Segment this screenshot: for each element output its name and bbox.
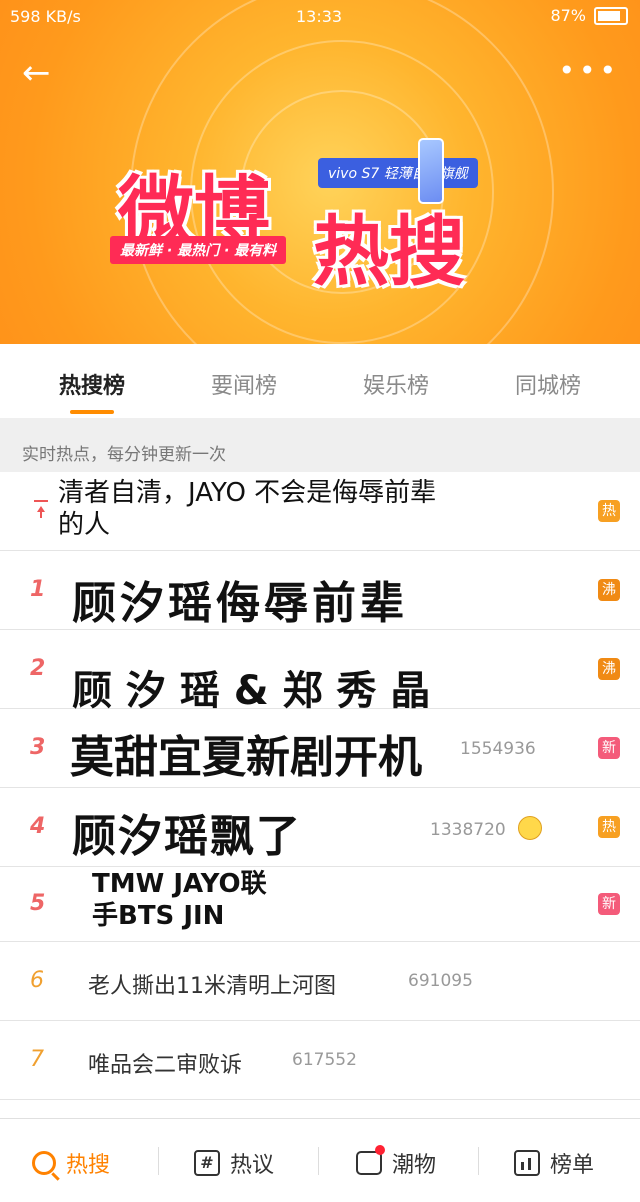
rank-number: 4 (30, 814, 46, 839)
rank-number: 3 (30, 735, 46, 760)
nav-label: 榜单 (550, 1153, 595, 1178)
hot-search-banner: 598 KB/s 13:33 87% ← ••• 微博 热搜 最新鲜 · 最热门… (0, 0, 640, 344)
rank-number: 6 (30, 968, 44, 993)
tab-local[interactable]: 同城榜 (488, 368, 608, 400)
item-title-line-2: 手BTS JIN (92, 901, 225, 931)
new-badge: 新 (598, 737, 620, 759)
heat-count: 691095 (408, 971, 473, 991)
hash-icon: # (194, 1150, 220, 1176)
item-title-line-2: 的人 (58, 510, 111, 540)
tab-label: 娱乐榜 (362, 374, 429, 399)
battery-icon (594, 6, 628, 25)
clock: 13:33 (296, 7, 343, 26)
update-notice: 实时热点，每分钟更新一次 (0, 418, 640, 472)
list-item[interactable]: 6 老人撕出11米清明上河图 691095 (0, 942, 640, 1021)
battery-percent: 87% (550, 6, 586, 25)
item-title: 顾汐瑶侮辱前辈 (72, 578, 408, 629)
tab-label: 同城榜 (514, 374, 581, 399)
search-icon (32, 1151, 56, 1175)
nav-divider (318, 1147, 319, 1175)
hot-badge: 热 (598, 500, 620, 522)
pin-top-icon-stem (40, 508, 42, 518)
heat-count: 1338720 (430, 820, 506, 840)
bag-icon (356, 1145, 385, 1175)
status-bar: 598 KB/s 13:33 87% (0, 0, 640, 34)
more-options-icon[interactable]: ••• (558, 54, 620, 87)
heat-count: 1554936 (460, 739, 536, 759)
nav-trends[interactable]: 潮物 (356, 1145, 437, 1179)
list-item[interactable]: 1 顾汐瑶侮辱前辈 沸 (0, 551, 640, 630)
item-title: 顾汐瑶飘了 (72, 811, 302, 862)
nav-label: 热议 (230, 1153, 275, 1178)
tab-news[interactable]: 要闻榜 (184, 368, 304, 400)
tab-hot-search[interactable]: 热搜榜 (32, 368, 152, 414)
list-item[interactable]: 2 顾 汐 瑶 & 郑 秀 晶 沸 (0, 630, 640, 714)
rank-number: 5 (30, 891, 46, 916)
update-notice-text: 实时热点，每分钟更新一次 (22, 445, 226, 465)
logo-text-hotsearch: 热搜 (313, 207, 465, 296)
new-badge: 新 (598, 893, 620, 915)
rank-number: 2 (30, 656, 46, 681)
laughing-emoji-icon (518, 816, 542, 840)
nav-divider (478, 1147, 479, 1175)
tab-label: 要闻榜 (210, 374, 277, 399)
item-title: 顾 汐 瑶 & 郑 秀 晶 (72, 668, 431, 714)
list-item[interactable]: 4 顾汐瑶飘了 1338720 热 (0, 788, 640, 867)
nav-rankings[interactable]: 榜单 (514, 1147, 594, 1179)
rank-number: 7 (30, 1047, 44, 1072)
hot-badge: 热 (598, 816, 620, 838)
tab-entertainment[interactable]: 娱乐榜 (336, 368, 456, 400)
boil-badge: 沸 (598, 658, 620, 680)
ranking-tabs: 热搜榜 要闻榜 娱乐榜 同城榜 (0, 344, 640, 418)
list-item[interactable]: 清者自清，JAYO 不会是侮辱前辈 的人 热 (0, 472, 640, 551)
nav-hot-discussion[interactable]: # 热议 (194, 1147, 274, 1179)
rank-number: 1 (30, 577, 46, 602)
network-speed: 598 KB/s (10, 7, 81, 26)
status-right: 87% (550, 6, 628, 25)
nav-label: 潮物 (392, 1153, 437, 1178)
nav-divider (158, 1147, 159, 1175)
heat-count: 617552 (292, 1050, 357, 1070)
item-title: 莫甜宜夏新剧开机 (70, 732, 422, 783)
item-title: 唯品会二审败诉 (88, 1053, 243, 1078)
bottom-nav: 热搜 # 热议 潮物 榜单 (0, 1118, 640, 1202)
nav-hot-search[interactable]: 热搜 (32, 1147, 110, 1179)
tab-label: 热搜榜 (58, 374, 125, 399)
logo-tagline: 最新鲜 · 最热门 · 最有料 (110, 236, 287, 264)
nav-label: 热搜 (66, 1153, 111, 1178)
sponsor-badge: vivo S7 轻薄自拍旗舰 (318, 158, 478, 188)
chart-icon (514, 1150, 540, 1176)
boil-badge: 沸 (598, 579, 620, 601)
back-arrow-icon[interactable]: ← (22, 56, 62, 90)
list-item[interactable]: 5 TMW JAYO联 手BTS JIN 新 (0, 867, 640, 942)
phone-image (418, 138, 444, 204)
item-title-line-1: 清者自清，JAYO 不会是侮辱前辈 (58, 478, 437, 508)
item-title: 老人撕出11米清明上河图 (88, 974, 336, 999)
list-item[interactable]: 3 莫甜宜夏新剧开机 1554936 新 (0, 709, 640, 788)
list-item[interactable]: 7 唯品会二审败诉 617552 (0, 1021, 640, 1100)
item-title-line-1: TMW JAYO联 (92, 869, 267, 899)
active-tab-indicator (70, 410, 114, 414)
weibo-hot-search-logo: 微博 热搜 最新鲜 · 最热门 · 最有料 vivo S7 轻薄自拍旗舰 (108, 150, 528, 296)
